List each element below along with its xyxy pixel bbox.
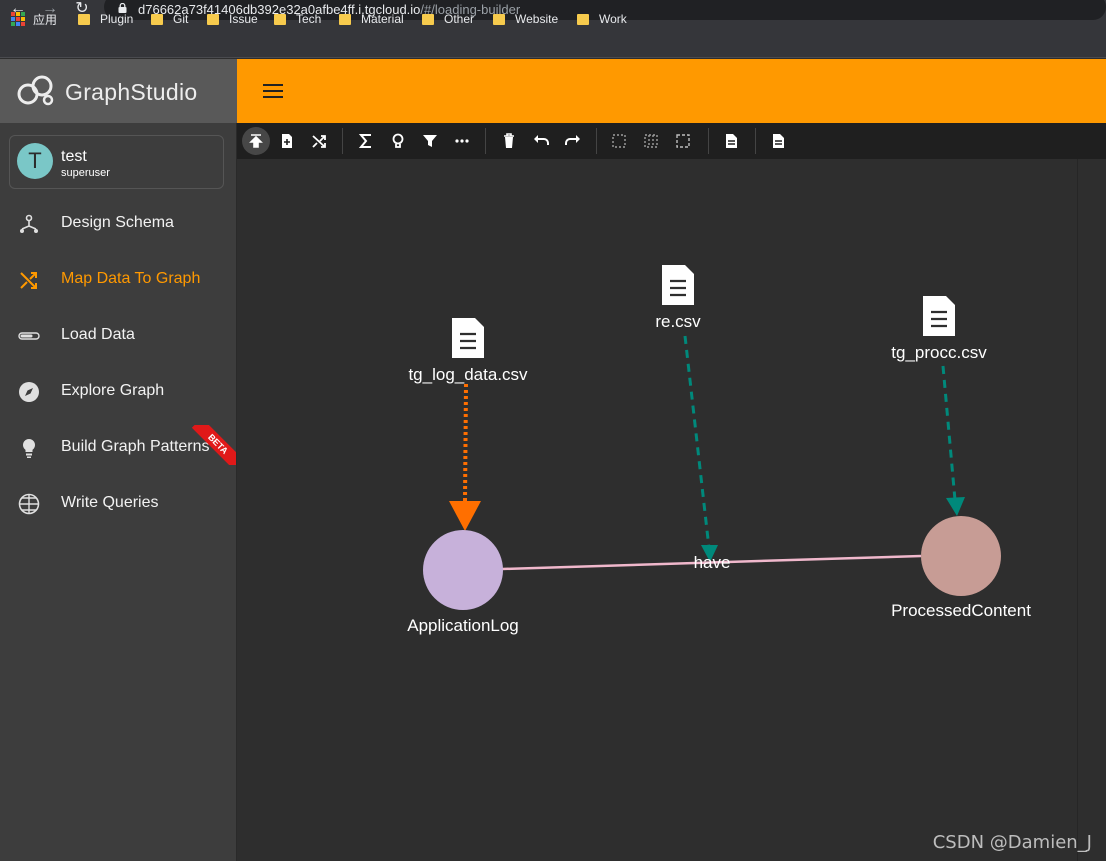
file-icon[interactable]	[452, 318, 484, 358]
file-label-tg-procc[interactable]: tg_procc.csv	[891, 343, 986, 363]
watermark: CSDN @Damien_J	[932, 832, 1092, 853]
mapping-graph	[423, 265, 1001, 610]
file-icon[interactable]	[662, 265, 694, 305]
file-label-re[interactable]: re.csv	[655, 312, 700, 332]
vertex-processed-content[interactable]	[921, 516, 1001, 596]
mapping-line-procc[interactable]	[941, 365, 957, 501]
file-label-tg-log-data[interactable]: tg_log_data.csv	[408, 365, 527, 385]
mapping-line-log[interactable]	[463, 383, 468, 503]
edge-label-have[interactable]: have	[694, 553, 731, 573]
file-icon[interactable]	[923, 296, 955, 336]
mapping-arrowhead	[946, 497, 965, 516]
vertex-application-log[interactable]	[423, 530, 503, 610]
vertex-label-processed-content[interactable]: ProcessedContent	[891, 601, 1031, 621]
mapping-line-edge[interactable]	[683, 335, 711, 549]
vertex-label-application-log[interactable]: ApplicationLog	[407, 616, 519, 636]
mapping-arrowhead	[449, 501, 481, 531]
